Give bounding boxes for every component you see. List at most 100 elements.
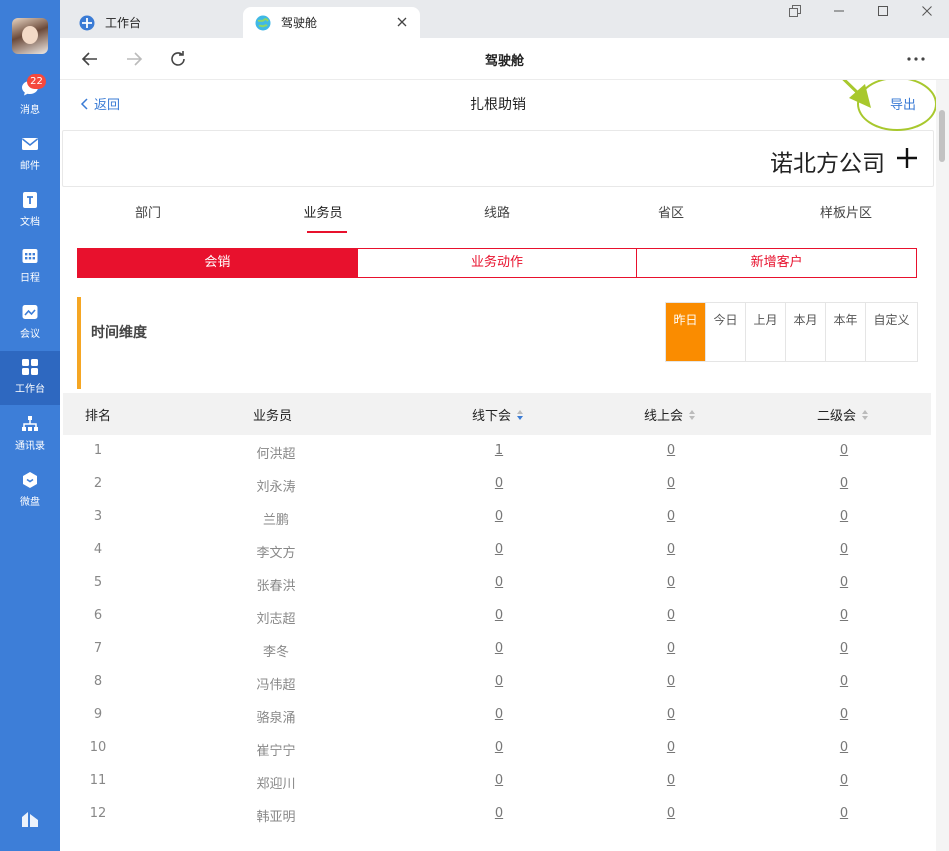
cloud-drive-icon [23,472,37,488]
offline-meeting-cell[interactable]: 0 [495,509,503,524]
sidebar-item-docs[interactable]: 文档 [0,184,60,238]
app-logo-icon[interactable] [19,808,41,830]
online-meeting-cell[interactable]: 0 [667,476,675,491]
table-row: 11 郑迎川 0 0 0 [63,765,931,798]
close-icon[interactable] [394,14,410,30]
segment-meeting-sales[interactable]: 会销 [78,249,357,277]
secondary-meeting-cell[interactable]: 0 [840,674,848,689]
online-meeting-cell[interactable]: 0 [667,443,675,458]
tab-workbench[interactable]: 工作台 [67,7,242,38]
table-row: 12 韩亚明 0 0 0 [63,798,931,831]
time-last-month-button[interactable]: 上月 [745,303,785,361]
online-meeting-cell[interactable]: 0 [667,575,675,590]
more-options-icon[interactable] [905,50,927,68]
sidebar-item-label: 日程 [20,273,40,284]
window-close-button[interactable] [905,0,949,22]
offline-meeting-cell[interactable]: 0 [495,806,503,821]
sidebar-item-calendar[interactable]: 日程 [0,240,60,294]
secondary-meeting-cell[interactable]: 0 [840,608,848,623]
online-meeting-cell[interactable]: 0 [667,641,675,656]
back-arrow-icon[interactable] [80,49,100,69]
scrollbar-thumb[interactable] [939,110,945,162]
secondary-meeting-cell[interactable]: 0 [840,773,848,788]
secondary-meeting-cell[interactable]: 0 [840,707,848,722]
sidebar-item-drive[interactable]: 微盘 [0,464,60,518]
sidebar-item-mail[interactable]: 邮件 [0,128,60,182]
export-button[interactable]: 导出 [890,94,916,113]
offline-meeting-cell[interactable]: 0 [495,641,503,656]
table-row: 1 何洪超 1 0 0 [63,435,931,468]
segment-new-customers[interactable]: 新增客户 [636,249,916,277]
online-meeting-cell[interactable]: 0 [667,509,675,524]
sidebar-item-meeting[interactable]: 会议 [0,296,60,350]
time-yesterday-button[interactable]: 昨日 [666,303,705,361]
secondary-meeting-cell[interactable]: 0 [840,542,848,557]
table-header: 排名 业务员 线下会 线上会 二级会 [63,393,931,435]
tab-province[interactable]: 省区 [658,202,684,221]
window-controls [773,0,949,22]
table-row: 10 崔宁宁 0 0 0 [63,732,931,765]
online-meeting-cell[interactable]: 0 [667,608,675,623]
offline-meeting-cell[interactable]: 0 [495,608,503,623]
secondary-meeting-cell[interactable]: 0 [840,509,848,524]
time-custom-button[interactable]: 自定义 [865,303,917,361]
time-this-month-button[interactable]: 本月 [785,303,825,361]
online-meeting-cell[interactable]: 0 [667,674,675,689]
secondary-meeting-cell[interactable]: 0 [840,641,848,656]
online-meeting-cell[interactable]: 0 [667,806,675,821]
secondary-meeting-cell[interactable]: 0 [840,740,848,755]
plus-icon[interactable] [895,146,919,170]
sidebar-item-label: 邮件 [20,161,40,172]
avatar[interactable] [12,18,48,54]
rank-cell: 12 [89,806,107,821]
online-meeting-cell[interactable]: 0 [667,773,675,788]
tab-department[interactable]: 部门 [135,202,161,221]
maximize-button[interactable] [861,0,905,22]
salesperson-cell: 何洪超 [256,447,296,462]
offline-meeting-cell[interactable]: 0 [495,542,503,557]
offline-meeting-cell[interactable]: 0 [495,740,503,755]
tab-route[interactable]: 线路 [484,202,510,221]
header-salesperson: 业务员 [253,405,292,424]
time-today-button[interactable]: 今日 [705,303,745,361]
close-icon [922,6,932,16]
tab-salesperson[interactable]: 业务员 [303,202,342,221]
company-selector: 诺北方公司 [62,130,934,187]
offline-meeting-cell[interactable]: 1 [495,443,503,458]
online-meeting-cell[interactable]: 0 [667,542,675,557]
secondary-meeting-cell[interactable]: 0 [840,806,848,821]
secondary-meeting-cell[interactable]: 0 [840,476,848,491]
maximize-icon [878,6,888,16]
minimize-button[interactable] [817,0,861,22]
tab-sample-area[interactable]: 样板片区 [820,202,872,221]
app-sidebar: 22 消息 邮件 文档 日程 会议 工作台 通讯录 微盘 [0,0,60,851]
header-salesperson-label: 业务员 [253,409,293,424]
sidebar-item-workbench[interactable]: 工作台 [0,351,60,405]
secondary-meeting-cell[interactable]: 0 [840,443,848,458]
sidebar-item-label: 消息 [20,105,40,116]
sidebar-item-messages[interactable]: 22 消息 [0,72,60,126]
secondary-meeting-cell[interactable]: 0 [840,575,848,590]
rank-cell: 11 [89,773,107,788]
browser-tab-bar: 工作台 驾驶舱 [60,0,949,38]
time-this-year-button[interactable]: 本年 [825,303,865,361]
refresh-icon[interactable] [168,49,188,69]
forward-arrow-icon[interactable] [124,49,144,69]
offline-meeting-cell[interactable]: 0 [495,575,503,590]
offline-meeting-cell[interactable]: 0 [495,773,503,788]
online-meeting-cell[interactable]: 0 [667,707,675,722]
grid-icon [22,359,38,375]
vertical-scrollbar[interactable] [936,80,949,851]
offline-meeting-cell[interactable]: 0 [495,674,503,689]
online-meeting-cell[interactable]: 0 [667,740,675,755]
header-secondary-meeting[interactable]: 二级会 [817,405,869,424]
tab-cockpit[interactable]: 驾驶舱 [243,7,420,38]
sort-icon [689,409,696,420]
pin-window-button[interactable] [773,0,817,22]
header-online-meeting[interactable]: 线上会 [644,405,696,424]
segment-business-actions[interactable]: 业务动作 [356,249,637,277]
sidebar-item-contacts[interactable]: 通讯录 [0,408,60,462]
offline-meeting-cell[interactable]: 0 [495,707,503,722]
header-offline-meeting[interactable]: 线下会 [472,405,524,424]
offline-meeting-cell[interactable]: 0 [495,476,503,491]
